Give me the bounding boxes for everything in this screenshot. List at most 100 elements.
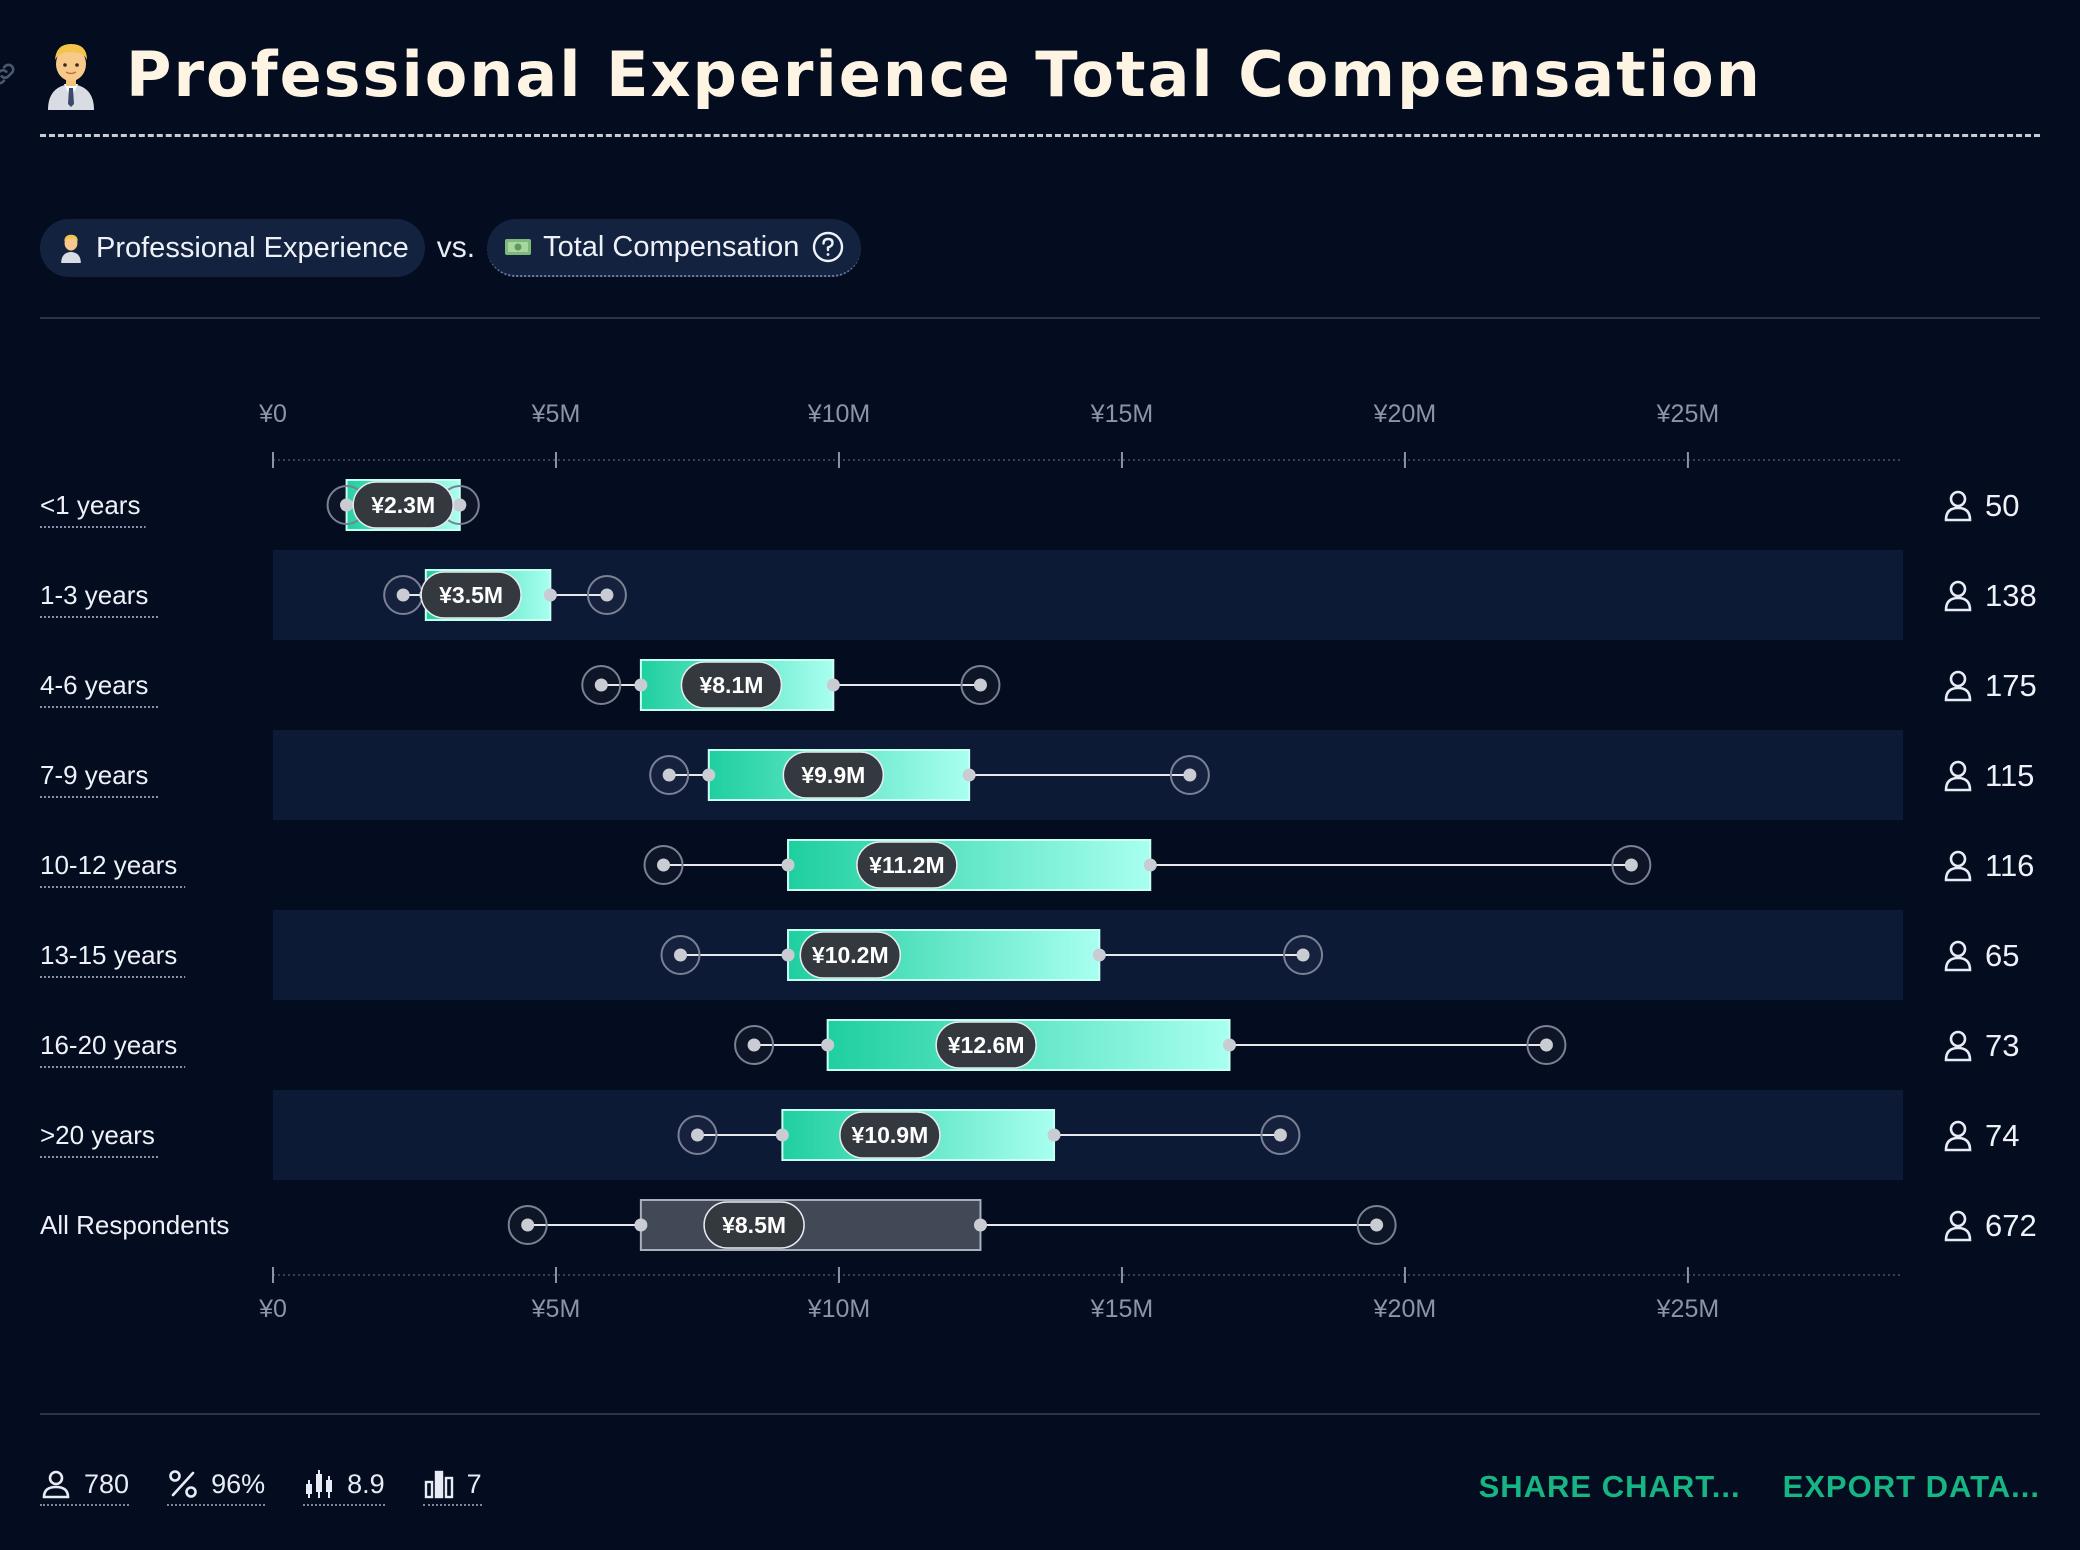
max-marker-dot	[600, 588, 614, 602]
x-variable-selector[interactable]: Professional Experience	[40, 219, 425, 277]
x-axis-tick-label: ¥20M	[1373, 1295, 1437, 1323]
count-person-icon-body	[1944, 506, 1972, 522]
min-marker-dot	[747, 1038, 761, 1052]
median-label: ¥9.9M	[801, 762, 865, 788]
footer-stats: 780 96% 8.9 7	[40, 1462, 520, 1512]
row-count: 73	[1985, 1028, 2019, 1063]
count-person-icon	[1949, 940, 1967, 958]
score-value: 8.9	[347, 1468, 385, 1499]
max-marker-dot	[1370, 1218, 1384, 1232]
count-person-icon-body	[1944, 1226, 1972, 1242]
x-axis-tick-label: ¥10M	[807, 400, 871, 428]
x-variable-label: Professional Experience	[96, 231, 409, 264]
count-person-icon	[1949, 1120, 1967, 1138]
min-marker-dot	[657, 858, 671, 872]
q3-marker-dot	[826, 678, 840, 692]
x-axis-tick-label: ¥20M	[1373, 400, 1437, 428]
q1-marker-dot	[821, 1038, 835, 1052]
row-label: 4-6 years	[40, 670, 148, 700]
count-person-icon-body	[1944, 1046, 1972, 1062]
vs-label: vs.	[436, 231, 476, 264]
row-label: 16-20 years	[40, 1030, 177, 1060]
row-count: 116	[1985, 848, 2034, 883]
row-count: 50	[1985, 488, 2019, 523]
q3-marker-dot	[1047, 1128, 1061, 1142]
respondents-count: 780	[84, 1468, 130, 1499]
max-marker-dot	[1624, 858, 1638, 872]
iqr-box[interactable]	[787, 839, 1152, 891]
row-label: All Respondents	[40, 1210, 229, 1240]
row-label: 10-12 years	[40, 850, 177, 880]
count-person-icon	[1949, 1030, 1967, 1048]
median-label: ¥10.9M	[852, 1122, 929, 1148]
q1-marker-dot	[781, 948, 795, 962]
min-marker-dot	[594, 678, 608, 692]
money-icon	[505, 239, 532, 255]
x-axis-tick-label: ¥5M	[531, 1295, 581, 1323]
row-label: 7-9 years	[40, 760, 148, 790]
median-label: ¥8.1M	[699, 672, 763, 698]
response-rate-stat[interactable]: 96%	[167, 1468, 266, 1506]
q1-marker-dot	[775, 1128, 789, 1142]
x-axis-tick-label: ¥0	[258, 1295, 287, 1323]
response-rate: 96%	[211, 1468, 266, 1499]
export-data-button[interactable]: EXPORT DATA...	[1783, 1469, 2040, 1505]
min-marker-dot	[662, 768, 676, 782]
min-marker-dot	[674, 948, 687, 962]
row-label: <1 years	[40, 490, 140, 520]
median-label: ¥2.3M	[371, 492, 435, 518]
count-person-icon	[1949, 760, 1967, 778]
count-person-icon	[1949, 580, 1967, 598]
max-marker-dot	[1296, 948, 1310, 962]
y-variable-selector[interactable]: Total Compensation	[487, 219, 862, 277]
candlestick-icon	[306, 1470, 333, 1498]
count-person-icon-body	[1944, 776, 1972, 792]
row-label: 13-15 years	[40, 940, 177, 970]
percent-icon	[169, 1470, 197, 1498]
footer-actions: SHARE CHART... EXPORT DATA...	[1437, 1462, 2040, 1512]
score-stat[interactable]: 8.9	[303, 1468, 385, 1506]
median-label: ¥12.6M	[948, 1032, 1025, 1058]
respondents-stat[interactable]: 780	[40, 1468, 130, 1506]
max-marker-dot	[973, 678, 987, 692]
q3-marker-dot	[1222, 1038, 1236, 1052]
q1-marker-dot	[340, 498, 354, 512]
selector-row: Professional Experience vs. Total Compen…	[40, 218, 862, 278]
row-label: 1-3 years	[40, 580, 148, 610]
title-divider	[40, 134, 2040, 137]
x-axis-tick-label: ¥0	[258, 400, 287, 428]
q3-marker-dot	[1092, 948, 1106, 962]
count-person-icon	[1949, 670, 1967, 688]
professional-person-icon	[48, 43, 94, 110]
max-marker-dot	[1539, 1038, 1553, 1052]
footer-divider	[40, 1413, 2040, 1415]
count-person-icon-body	[1944, 866, 1972, 882]
median-label: ¥10.2M	[812, 942, 889, 968]
count-person-icon-body	[1944, 1136, 1972, 1152]
page-title: Professional Experience Total Compensati…	[126, 38, 1762, 111]
title-row: Professional Experience Total Compensati…	[40, 38, 1762, 111]
x-axis-tick-label: ¥15M	[1090, 1295, 1154, 1323]
iqr-box[interactable]	[639, 1199, 982, 1251]
q1-marker-dot	[634, 1218, 648, 1232]
link-icon[interactable]	[0, 60, 18, 88]
median-label: ¥3.5M	[439, 582, 503, 608]
y-variable-label: Total Compensation	[543, 230, 800, 263]
groups-stat[interactable]: 7	[422, 1468, 482, 1506]
row-count: 65	[1985, 938, 2019, 973]
section-divider	[40, 317, 2040, 319]
row-count: 74	[1985, 1118, 2019, 1153]
row-label: >20 years	[40, 1120, 155, 1150]
help-icon[interactable]	[811, 230, 845, 264]
row-count: 175	[1985, 668, 2037, 703]
share-chart-button[interactable]: SHARE CHART...	[1479, 1469, 1741, 1505]
q1-marker-dot	[634, 678, 648, 692]
x-axis-tick-label: ¥25M	[1656, 1295, 1720, 1323]
q3-marker-dot	[543, 588, 557, 602]
count-person-icon	[1949, 490, 1967, 508]
groups-count: 7	[466, 1468, 482, 1499]
q1-marker-dot	[781, 858, 795, 872]
min-marker-dot	[521, 1218, 535, 1232]
row-count: 115	[1985, 758, 2034, 793]
count-person-icon-body	[1944, 596, 1972, 612]
